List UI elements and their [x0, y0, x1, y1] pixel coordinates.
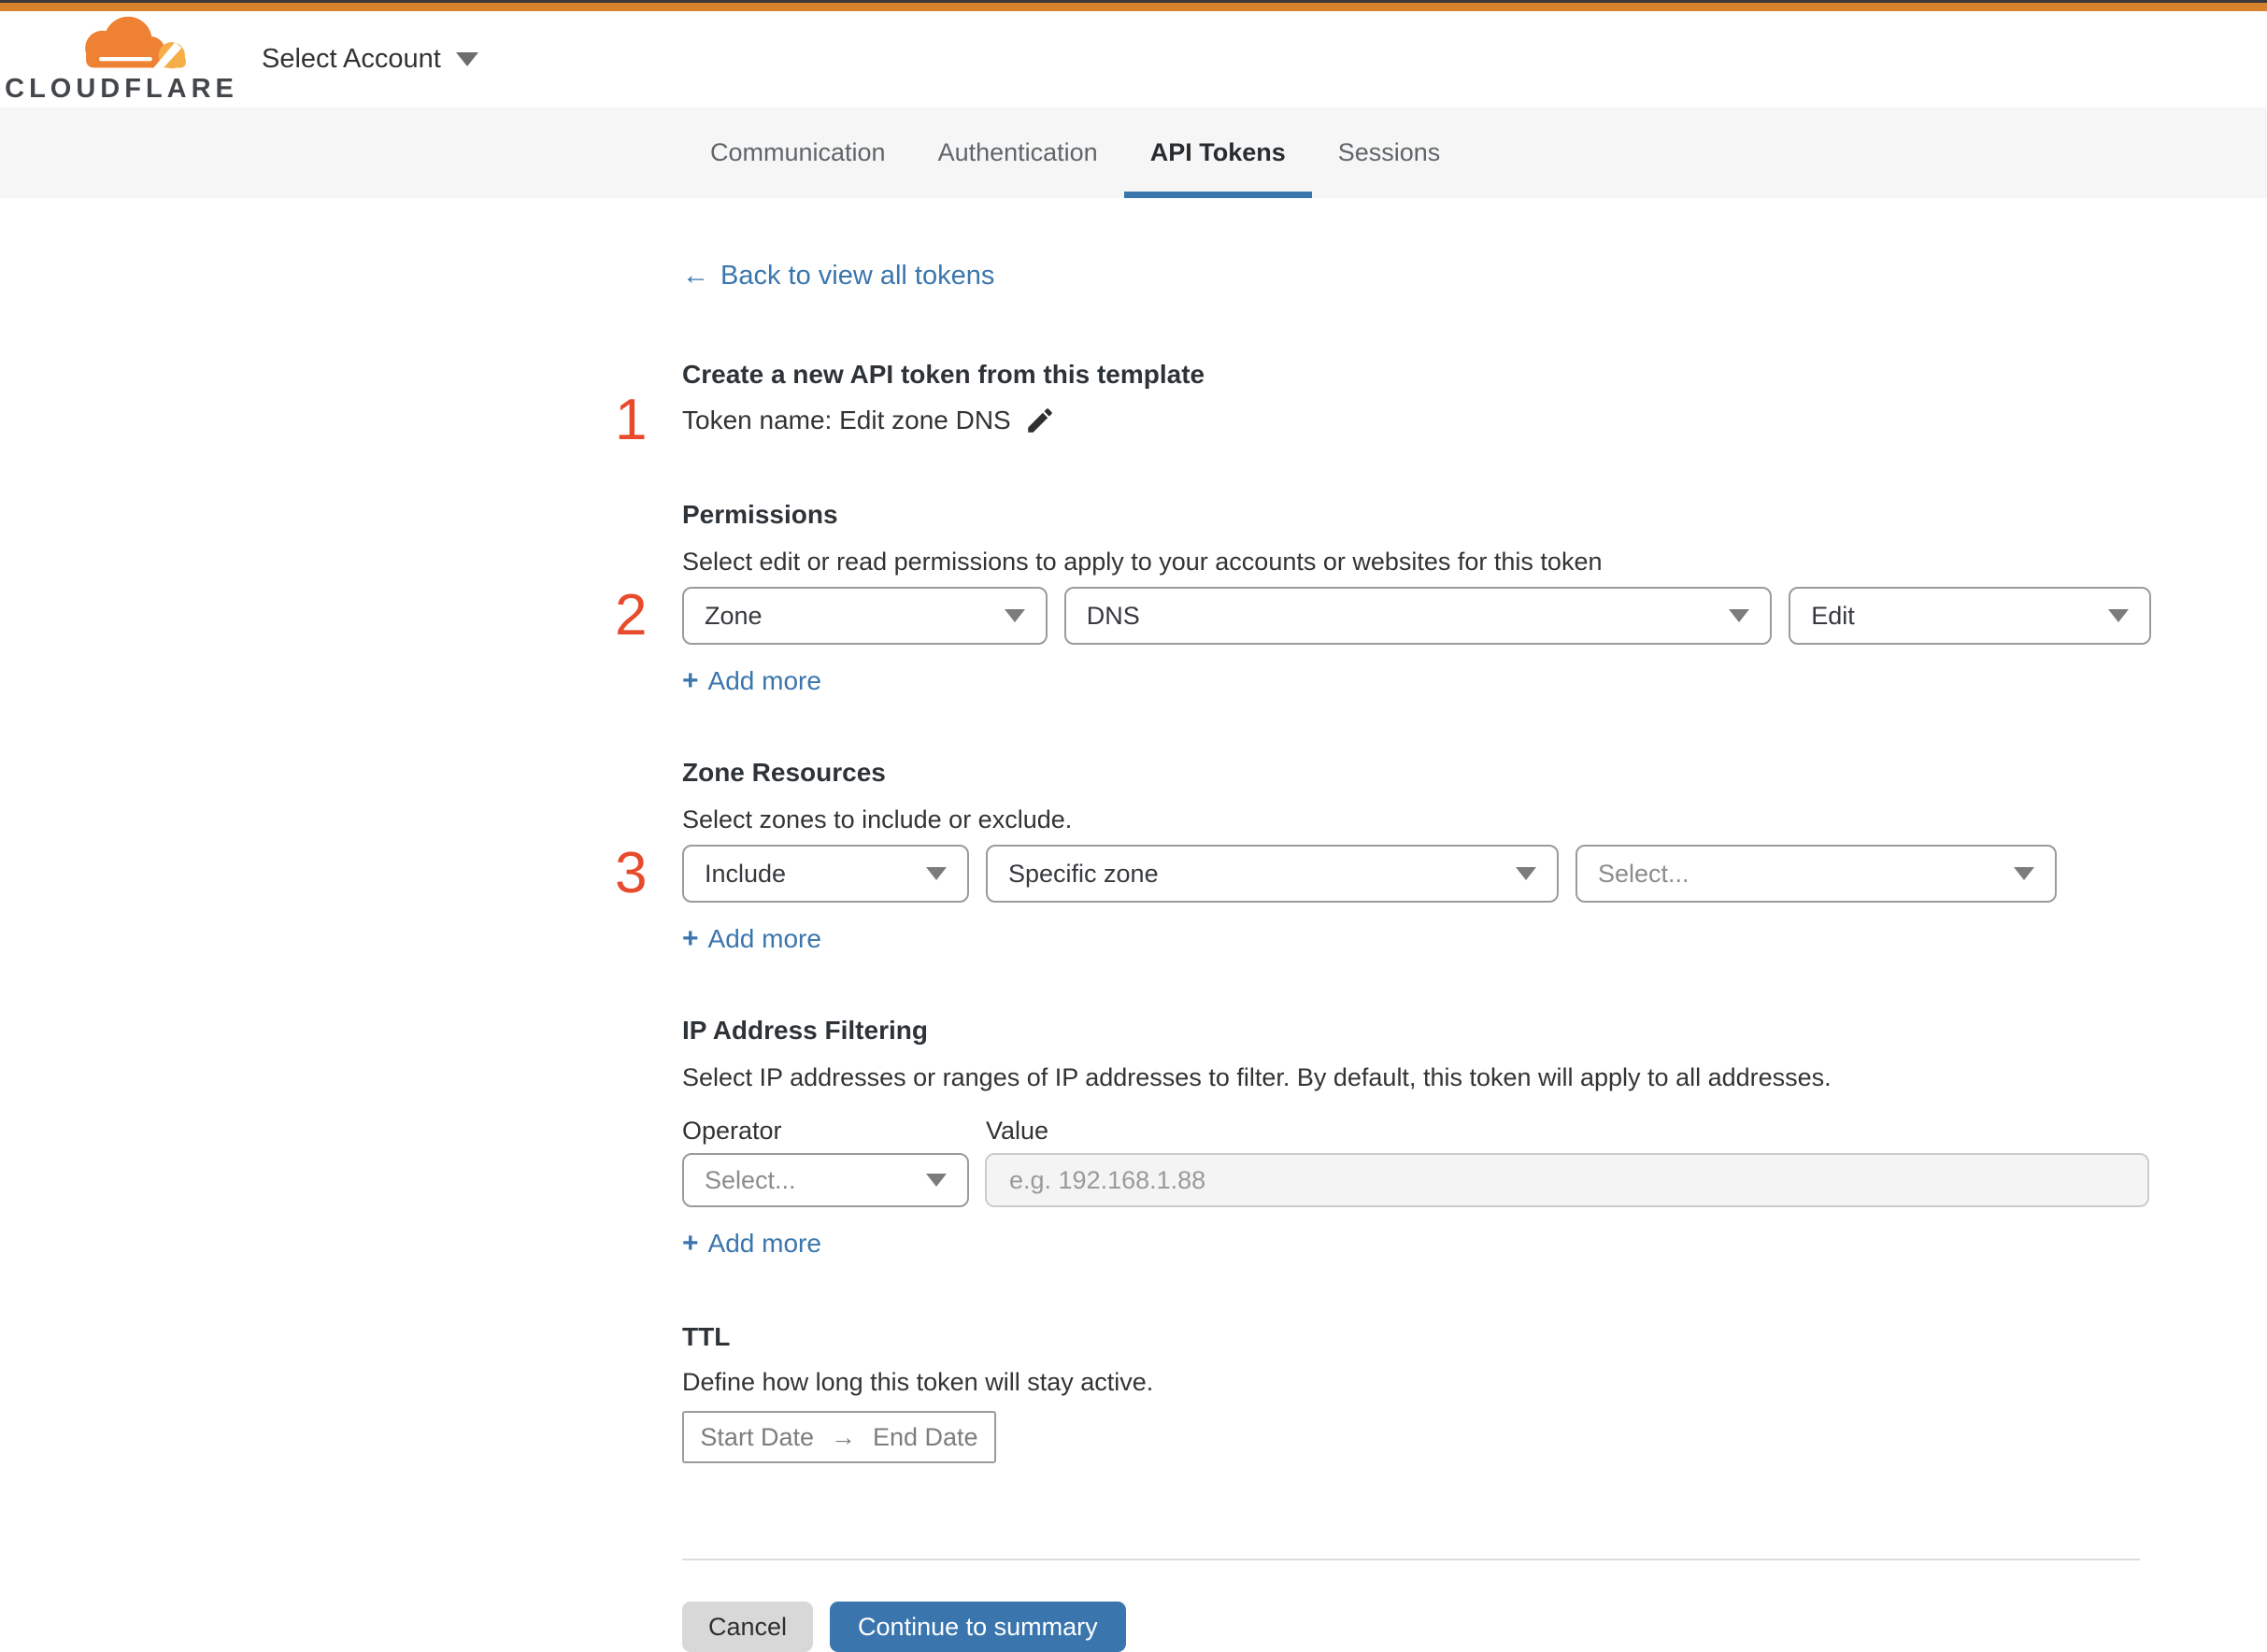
operator-label: Operator — [682, 1117, 782, 1145]
chevron-down-icon — [2107, 609, 2129, 622]
ip-filtering-add-more-link[interactable]: + Add more — [682, 1228, 821, 1260]
zone-resources-add-more-link[interactable]: + Add more — [682, 923, 821, 955]
right-arrow-icon: → — [830, 1422, 856, 1451]
ttl-date-range-picker[interactable]: Start Date → End Date — [682, 1411, 996, 1463]
zone-select-dropdown[interactable]: Select... — [1575, 845, 2057, 903]
back-arrow-icon: ← — [682, 261, 709, 291]
chevron-down-icon — [926, 1174, 947, 1187]
plus-icon: + — [682, 923, 699, 954]
permission-level-dropdown[interactable]: Edit — [1789, 587, 2151, 645]
continue-to-summary-button[interactable]: Continue to summary — [830, 1602, 1126, 1652]
template-section-title: Create a new API token from this templat… — [682, 360, 1205, 389]
permission-group-dropdown[interactable]: DNS — [1063, 587, 1773, 645]
permissions-add-more-link[interactable]: + Add more — [682, 665, 821, 697]
ip-filtering-description: Select IP addresses or ranges of IP addr… — [682, 1063, 1832, 1091]
section-permissions: Permissions Select edit or read permissi… — [615, 499, 2151, 697]
chevron-down-icon — [1729, 609, 1750, 622]
operator-dropdown[interactable]: Select... — [682, 1153, 969, 1207]
permission-scope-dropdown[interactable]: Zone — [682, 587, 1048, 645]
section-zone-resources: Zone Resources Select zones to include o… — [615, 757, 2151, 955]
edit-pencil-icon[interactable] — [1024, 405, 1056, 436]
tab-api-tokens[interactable]: API Tokens — [1123, 107, 1312, 198]
chevron-down-icon — [2014, 867, 2034, 880]
token-name-text: Token name: Edit zone DNS — [682, 406, 1011, 434]
cloudflare-wordmark: CLOUDFLARE — [5, 74, 238, 104]
ip-value-input[interactable] — [985, 1153, 2149, 1207]
section-ttl: TTL Define how long this token will stay… — [682, 1321, 2151, 1463]
back-link-label: Back to view all tokens — [720, 261, 995, 291]
ttl-title: TTL — [682, 1322, 731, 1351]
permissions-description: Select edit or read permissions to apply… — [682, 548, 1603, 576]
chevron-down-icon — [455, 52, 478, 66]
zone-resources-title: Zone Resources — [682, 758, 886, 787]
account-selector[interactable]: Select Account — [262, 44, 478, 75]
section-ip-filtering: IP Address Filtering Select IP addresses… — [682, 1015, 2151, 1260]
chevron-down-icon — [926, 867, 947, 880]
value-label: Value — [986, 1117, 1049, 1145]
account-selector-label: Select Account — [262, 44, 441, 74]
plus-icon: + — [682, 1228, 699, 1259]
token-form: ← Back to view all tokens Create a new A… — [615, 198, 2151, 1652]
step-number-3: 3 — [615, 841, 648, 905]
plus-icon: + — [682, 665, 699, 696]
app-header: CLOUDFLARE Select Account — [0, 11, 2267, 107]
active-tab-underline — [1123, 192, 1312, 198]
cancel-button[interactable]: Cancel — [682, 1602, 814, 1652]
chevron-down-icon — [1004, 609, 1025, 622]
zone-include-dropdown[interactable]: Include — [682, 845, 969, 903]
permissions-title: Permissions — [682, 500, 838, 529]
zone-resources-description: Select zones to include or exclude. — [682, 805, 1073, 833]
tab-authentication[interactable]: Authentication — [912, 107, 1124, 198]
step-number-1: 1 — [615, 388, 648, 452]
chevron-down-icon — [1516, 867, 1536, 880]
tab-communication[interactable]: Communication — [684, 107, 912, 198]
back-to-tokens-link[interactable]: ← Back to view all tokens — [682, 260, 994, 292]
tab-bar: Communication Authentication API Tokens … — [0, 107, 2267, 198]
section-template: Create a new API token from this templat… — [615, 359, 2151, 449]
top-accent-orange-bar — [0, 3, 2267, 11]
tab-sessions[interactable]: Sessions — [1312, 107, 1467, 198]
start-date-placeholder: Start Date — [700, 1422, 814, 1451]
cloudflare-cloud-icon — [51, 14, 192, 72]
form-actions: Cancel Continue to summary — [682, 1602, 2151, 1652]
ttl-description: Define how long this token will stay act… — [682, 1368, 1154, 1396]
step-number-2: 2 — [615, 583, 648, 648]
ip-filtering-title: IP Address Filtering — [682, 1016, 928, 1045]
end-date-placeholder: End Date — [872, 1422, 978, 1451]
cloudflare-logo[interactable]: CLOUDFLARE — [5, 14, 234, 105]
footer-divider — [682, 1559, 2140, 1560]
zone-type-dropdown[interactable]: Specific zone — [986, 845, 1559, 903]
